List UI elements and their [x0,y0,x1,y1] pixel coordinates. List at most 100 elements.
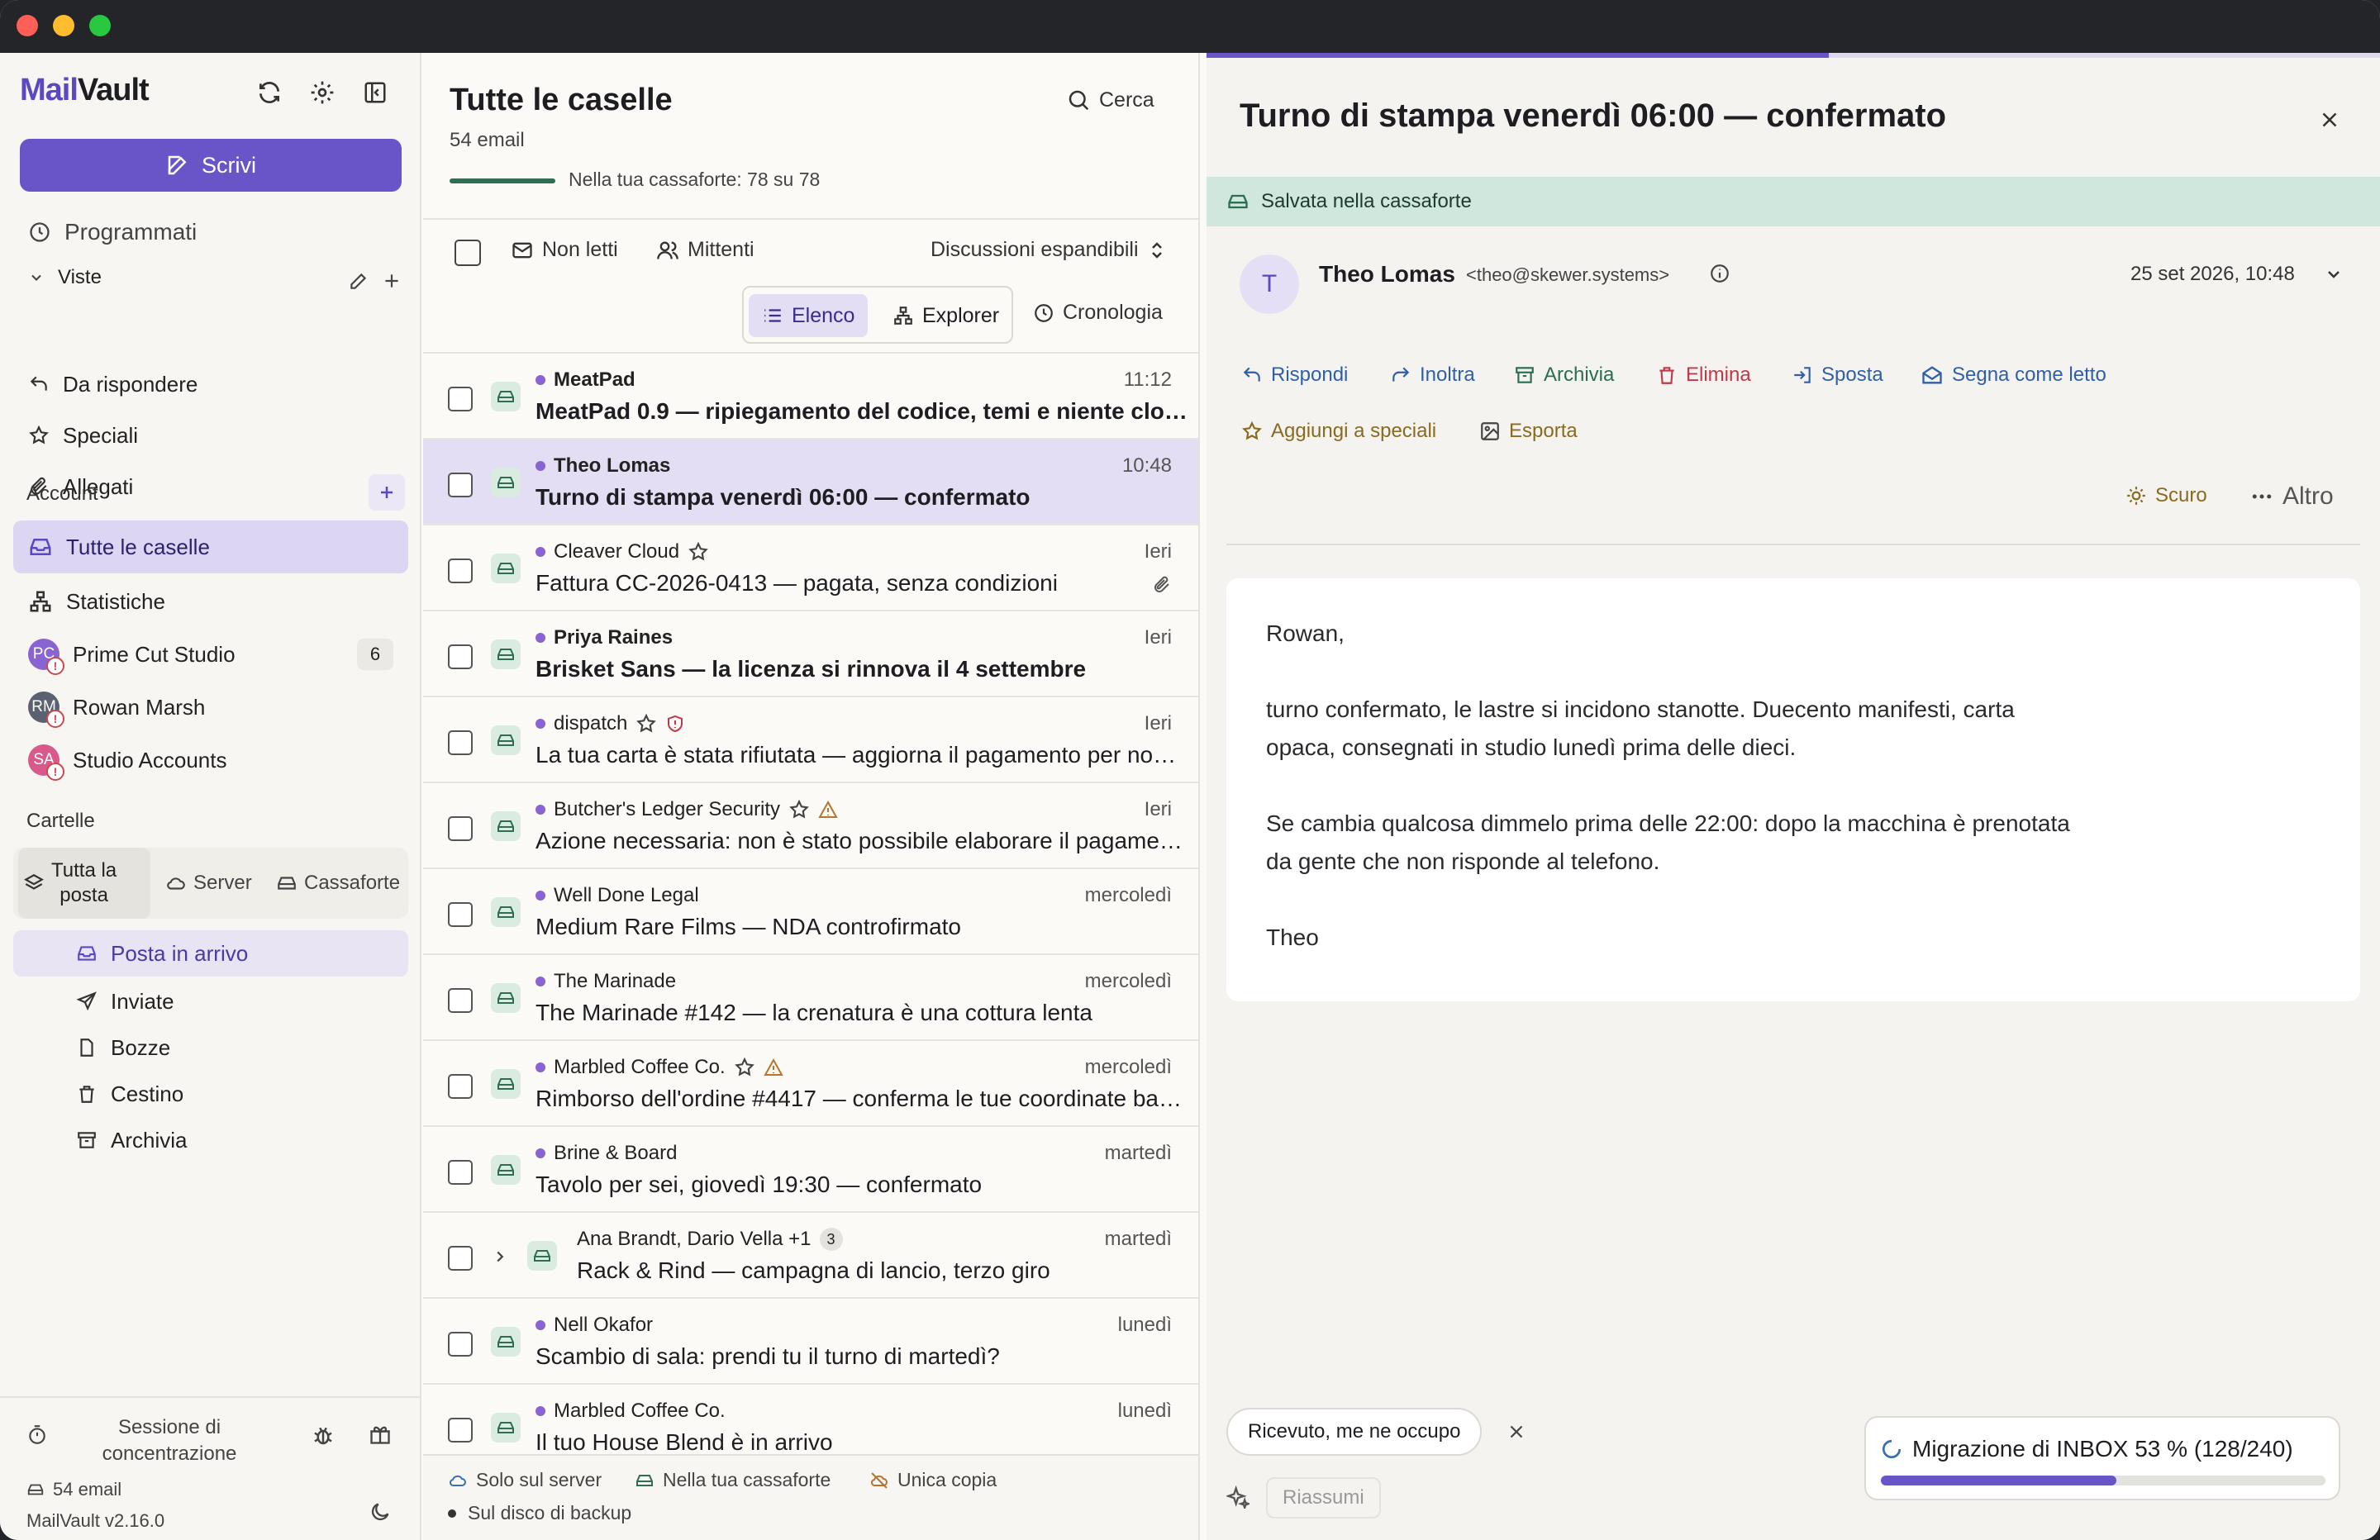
row-checkbox[interactable] [448,1332,473,1357]
row-checkbox[interactable] [448,644,473,669]
chevron-right-icon[interactable] [491,1248,509,1266]
reply-button[interactable]: Rispondi [1241,364,1348,387]
list-icon [764,309,781,322]
row-sender: Priya Raines [536,626,673,649]
account-prime-cut-studio[interactable]: PC! Prime Cut Studio 6 [13,628,408,681]
row-checkbox[interactable] [448,1074,473,1099]
unread-dot [536,719,545,729]
star-icon[interactable] [688,541,709,563]
zoom-window-button[interactable] [89,15,111,36]
moon-icon[interactable] [369,1500,392,1523]
folder-trash[interactable]: Cestino [13,1071,408,1117]
close-icon[interactable] [2317,107,2342,132]
message-row[interactable]: The Marinade The Marinade #142 — la crena… [423,953,1198,1039]
row-checkbox[interactable] [448,1246,473,1271]
message-row[interactable]: MeatPad MeatPad 0.9 — ripiegamento del co… [423,352,1198,438]
select-all-checkbox[interactable] [455,240,481,266]
nav-scheduled[interactable]: Programmati [13,210,408,254]
view-timeline[interactable]: Cronologia [1033,301,1163,325]
archive-icon [78,1132,96,1148]
star-icon[interactable] [635,713,657,734]
sync-icon[interactable] [253,76,286,109]
trash-icon [79,1086,94,1103]
account-studio-accounts[interactable]: SA! Studio Accounts [13,734,408,787]
sender-name[interactable]: Theo Lomas [1319,261,1455,288]
folder-inbox[interactable]: Posta in arrivo [13,930,408,977]
message-row[interactable]: Theo Lomas Turno di stampa venerdì 06:00 … [423,438,1198,524]
message-row[interactable]: Ana Brandt, Dario Vella +1 3 Rack & Rind —… [423,1211,1198,1297]
star-icon[interactable] [788,799,810,820]
storage-legend: Solo sul server Nella tua cassaforte Uni… [423,1454,1198,1540]
account-rowan-marsh[interactable]: RM! Rowan Marsh [13,681,408,734]
focus-session-button[interactable]: Sessione di concentrazione [91,1414,248,1467]
row-checkbox[interactable] [448,988,473,1013]
add-view-icon[interactable] [375,264,408,297]
folder-drafts[interactable]: Bozze [13,1024,408,1071]
message-row[interactable]: Nell Okafor Scambio di sala: prendi tu il… [423,1297,1198,1383]
timer-icon[interactable] [26,1424,48,1446]
dismiss-quick-reply-icon[interactable] [1506,1421,1527,1443]
row-checkbox[interactable] [448,387,473,411]
collapse-sidebar-icon[interactable] [359,76,392,109]
move-button[interactable]: Sposta [1792,364,1883,387]
account-all-inboxes[interactable]: Tutte le caselle [13,520,408,573]
row-checkbox[interactable] [448,730,473,755]
forward-button[interactable]: Inoltra [1390,364,1475,387]
close-window-button[interactable] [17,15,38,36]
more-button[interactable]: Altro [2249,482,2334,511]
minimize-window-button[interactable] [53,15,74,36]
delete-button[interactable]: Elimina [1656,364,1751,387]
view-explorer[interactable]: Explorer [879,294,1012,337]
vault-icon [491,1155,521,1185]
folder-archive[interactable]: Archivia [13,1117,408,1163]
message-row[interactable]: dispatch La tua carta è stata rifiutata —… [423,696,1198,782]
sender-email[interactable]: <theo@skewer.systems> [1466,264,1669,286]
star-icon [29,425,49,444]
edit-views-icon[interactable] [342,264,375,297]
folder-sent[interactable]: Inviate [13,978,408,1024]
filter-senders[interactable]: Mittenti [656,238,754,262]
row-checkbox[interactable] [448,1418,473,1443]
filter-unread[interactable]: Non letti [511,238,618,262]
view-label: Da rispondere [63,371,198,397]
message-row[interactable]: Well Done Legal Medium Rare Films — NDA c… [423,867,1198,953]
chevron-down-icon[interactable] [2324,264,2344,284]
quick-reply-chip[interactable]: Ricevuto, me ne occupo [1226,1408,1483,1456]
bug-icon[interactable] [311,1423,336,1447]
view-to-reply[interactable]: Da rispondere [13,362,408,406]
filter-all-mail[interactable]: Tutta la posta [18,848,150,919]
gift-icon[interactable] [369,1423,392,1446]
account-statistics[interactable]: Statistiche [13,575,408,628]
filter-server[interactable]: Server [165,848,252,919]
gear-icon[interactable] [306,76,339,109]
search-icon [1069,90,1089,111]
row-checkbox[interactable] [448,558,473,583]
expandable-threads-toggle[interactable]: Discussioni espandibili [931,238,1167,262]
row-checkbox[interactable] [448,902,473,927]
message-row[interactable]: Marbled Coffee Co. Rimborso dell'ordine #… [423,1039,1198,1125]
dark-mode-button[interactable]: Scuro [2125,484,2207,507]
mark-read-button[interactable]: Segna come letto [1921,364,2106,387]
folder-label: Inviate [111,988,174,1014]
row-checkbox[interactable] [448,816,473,841]
views-label: Viste [58,266,102,288]
row-checkbox[interactable] [448,1160,473,1185]
message-row[interactable]: Priya Raines Brisket Sans — la licenza si… [423,610,1198,696]
compose-button[interactable]: Scrivi [20,139,402,192]
message-row[interactable]: Butcher's Ledger Security Azione necessar… [423,782,1198,867]
message-row[interactable]: Cleaver Cloud Fattura CC-2026-0413 — paga… [423,524,1198,610]
add-account-icon[interactable] [369,474,405,511]
message-row[interactable]: Brine & Board Tavolo per sei, giovedì 19:… [423,1125,1198,1211]
star-button[interactable]: Aggiungi a speciali [1241,420,1436,443]
search-button[interactable]: Cerca [1066,88,1154,112]
archive-button[interactable]: Archivia [1514,364,1614,387]
view-list[interactable]: Elenco [749,294,869,337]
filter-vault[interactable]: Cassaforte [276,848,400,919]
row-checkbox[interactable] [448,473,473,497]
summarize-button[interactable]: Riassumi [1266,1477,1381,1519]
message-body: Rowan, turno confermato, le lastre si in… [1226,578,2360,1001]
info-icon[interactable] [1709,263,1730,284]
star-icon[interactable] [734,1057,755,1078]
export-button[interactable]: Esporta [1479,420,1578,443]
view-starred[interactable]: Speciali [13,413,408,458]
